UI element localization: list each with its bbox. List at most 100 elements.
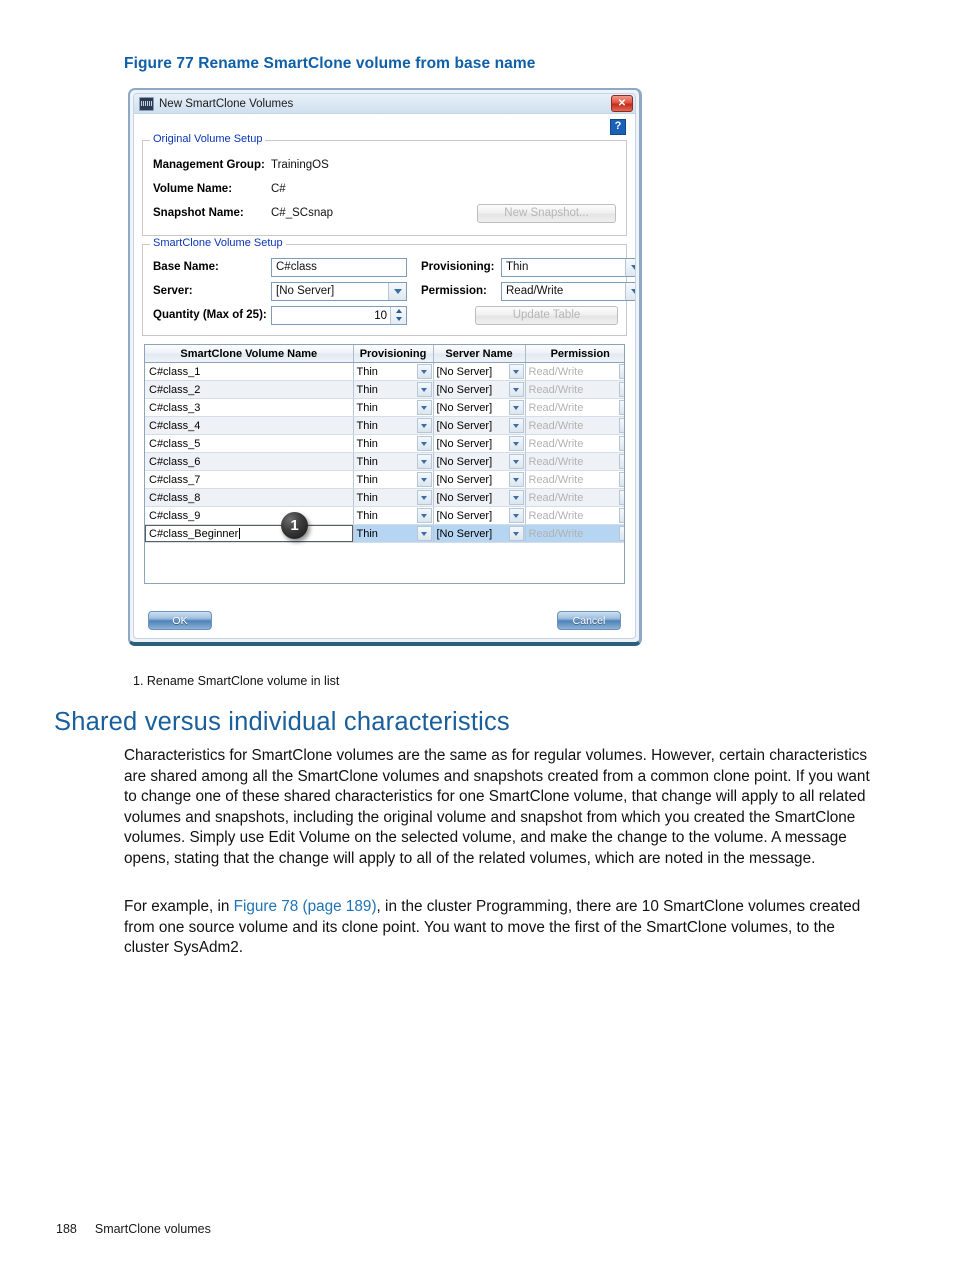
permission-select[interactable]: Read/Write <box>501 281 635 301</box>
table-row[interactable]: C#class_8 Thin [No Server] Read/Write <box>145 488 624 507</box>
provisioning-cell[interactable]: Thin <box>353 434 434 453</box>
chevron-down-icon[interactable] <box>416 418 432 433</box>
chevron-down-icon[interactable] <box>416 490 432 505</box>
chevron-down-icon[interactable] <box>416 526 432 541</box>
volume-name-editor[interactable]: C#class_Beginner <box>145 525 352 542</box>
server-select[interactable]: [No Server] <box>271 281 407 301</box>
provisioning-cell[interactable]: Thin <box>353 398 434 417</box>
chevron-down-icon[interactable] <box>619 418 624 433</box>
chevron-down-icon[interactable] <box>388 282 406 300</box>
chevron-down-icon[interactable] <box>619 400 624 415</box>
server-name-cell[interactable]: [No Server] <box>433 416 526 435</box>
volume-name-cell[interactable]: C#class_5 <box>145 434 354 453</box>
volume-name-cell[interactable]: C#class_8 <box>145 488 354 507</box>
volume-name-cell[interactable]: C#class_9 <box>145 506 354 525</box>
chevron-down-icon[interactable] <box>508 454 524 469</box>
permission-cell[interactable]: Read/Write <box>525 380 624 399</box>
chevron-down-icon[interactable] <box>416 472 432 487</box>
provisioning-cell[interactable]: Thin <box>353 506 434 525</box>
update-table-button[interactable]: Update Table <box>475 305 618 325</box>
chevron-down-icon[interactable] <box>619 454 624 469</box>
chevron-down-icon[interactable] <box>416 364 432 379</box>
smartclone-volumes-table-container[interactable]: SmartClone Volume Name Provisioning Serv… <box>144 344 625 584</box>
chevron-down-icon[interactable] <box>619 526 624 541</box>
volume-name-cell[interactable]: C#class_4 <box>145 416 354 435</box>
chevron-down-icon[interactable] <box>508 382 524 397</box>
chevron-down-icon[interactable] <box>508 436 524 451</box>
server-name-cell[interactable]: [No Server] <box>433 398 526 417</box>
server-name-cell[interactable]: [No Server] <box>433 470 526 489</box>
permission-cell[interactable]: Read/Write <box>525 524 624 543</box>
volume-name-cell[interactable]: C#class_1 <box>145 362 354 381</box>
server-name-cell[interactable]: [No Server] <box>433 524 526 543</box>
chevron-down-icon[interactable] <box>619 436 624 451</box>
chevron-down-icon[interactable] <box>619 364 624 379</box>
permission-cell[interactable]: Read/Write <box>525 506 624 525</box>
table-row[interactable]: C#class_5 Thin [No Server] Read/Write <box>145 434 624 453</box>
chevron-down-icon[interactable] <box>416 400 432 415</box>
server-name-cell[interactable]: [No Server] <box>433 488 526 507</box>
permission-cell[interactable]: Read/Write <box>525 452 624 471</box>
cancel-button[interactable]: Cancel <box>557 611 621 630</box>
permission-cell[interactable]: Read/Write <box>525 488 624 507</box>
server-name-cell[interactable]: [No Server] <box>433 380 526 399</box>
chevron-down-icon[interactable] <box>508 508 524 523</box>
permission-cell[interactable]: Read/Write <box>525 470 624 489</box>
ok-button[interactable]: OK <box>148 611 212 630</box>
table-row[interactable]: C#class_Beginner Thin [No Server] Read/Writ… <box>145 524 624 543</box>
chevron-down-icon[interactable] <box>508 418 524 433</box>
permission-cell[interactable]: Read/Write <box>525 398 624 417</box>
volume-name-cell[interactable]: C#class_6 <box>145 452 354 471</box>
table-row[interactable]: C#class_7 Thin [No Server] Read/Write <box>145 470 624 489</box>
volume-name-cell[interactable]: C#class_3 <box>145 398 354 417</box>
spinner-arrows-icon[interactable] <box>390 306 406 324</box>
chevron-down-icon[interactable] <box>619 490 624 505</box>
server-name-cell[interactable]: [No Server] <box>433 434 526 453</box>
chevron-down-icon[interactable] <box>508 364 524 379</box>
chevron-down-icon[interactable] <box>416 436 432 451</box>
permission-cell[interactable]: Read/Write <box>525 362 624 381</box>
provisioning-cell[interactable]: Thin <box>353 380 434 399</box>
table-row[interactable]: C#class_2 Thin [No Server] Read/Write <box>145 380 624 399</box>
chevron-down-icon[interactable] <box>508 472 524 487</box>
server-name-cell[interactable]: [No Server] <box>433 362 526 381</box>
base-name-input[interactable]: C#class <box>271 257 407 277</box>
provisioning-cell[interactable]: Thin <box>353 452 434 471</box>
chevron-down-icon[interactable] <box>619 382 624 397</box>
chevron-down-icon[interactable] <box>625 282 635 300</box>
help-icon[interactable]: ? <box>610 119 626 135</box>
provisioning-cell[interactable]: Thin <box>353 488 434 507</box>
volume-name-cell[interactable]: C#class_2 <box>145 380 354 399</box>
chevron-down-icon[interactable] <box>508 400 524 415</box>
table-row[interactable]: C#class_9 Thin [No Server] Read/Write <box>145 506 624 525</box>
server-name-cell[interactable]: [No Server] <box>433 506 526 525</box>
chevron-down-icon[interactable] <box>619 472 624 487</box>
provisioning-cell[interactable]: Thin <box>353 524 434 543</box>
volume-name-edit-cell[interactable]: C#class_Beginner <box>145 524 354 543</box>
chevron-down-icon[interactable] <box>625 258 635 276</box>
close-icon[interactable]: ✕ <box>611 95 633 112</box>
chevron-down-icon[interactable] <box>416 454 432 469</box>
provisioning-cell[interactable]: Thin <box>353 416 434 435</box>
new-snapshot-button[interactable]: New Snapshot... <box>477 203 616 223</box>
volume-name-cell[interactable]: C#class_7 <box>145 470 354 489</box>
column-header-permission[interactable]: Permission <box>525 345 624 363</box>
permission-cell[interactable]: Read/Write <box>525 416 624 435</box>
chevron-down-icon[interactable] <box>416 508 432 523</box>
permission-cell[interactable]: Read/Write <box>525 434 624 453</box>
chevron-down-icon[interactable] <box>619 508 624 523</box>
provisioning-select[interactable]: Thin <box>501 257 635 277</box>
table-row[interactable]: C#class_4 Thin [No Server] Read/Write <box>145 416 624 435</box>
column-header-server-name[interactable]: Server Name <box>433 345 526 363</box>
chevron-down-icon[interactable] <box>508 526 524 541</box>
server-name-cell[interactable]: [No Server] <box>433 452 526 471</box>
column-header-provisioning[interactable]: Provisioning <box>353 345 434 363</box>
figure-78-link[interactable]: Figure 78 (page 189) <box>234 898 377 915</box>
table-row[interactable]: C#class_6 Thin [No Server] Read/Write <box>145 452 624 471</box>
chevron-down-icon[interactable] <box>508 490 524 505</box>
table-row[interactable]: C#class_1 Thin [No Server] Read/Write <box>145 362 624 381</box>
provisioning-cell[interactable]: Thin <box>353 470 434 489</box>
chevron-down-icon[interactable] <box>416 382 432 397</box>
column-header-volume-name[interactable]: SmartClone Volume Name <box>145 345 354 363</box>
quantity-stepper[interactable]: 10 <box>271 305 407 325</box>
